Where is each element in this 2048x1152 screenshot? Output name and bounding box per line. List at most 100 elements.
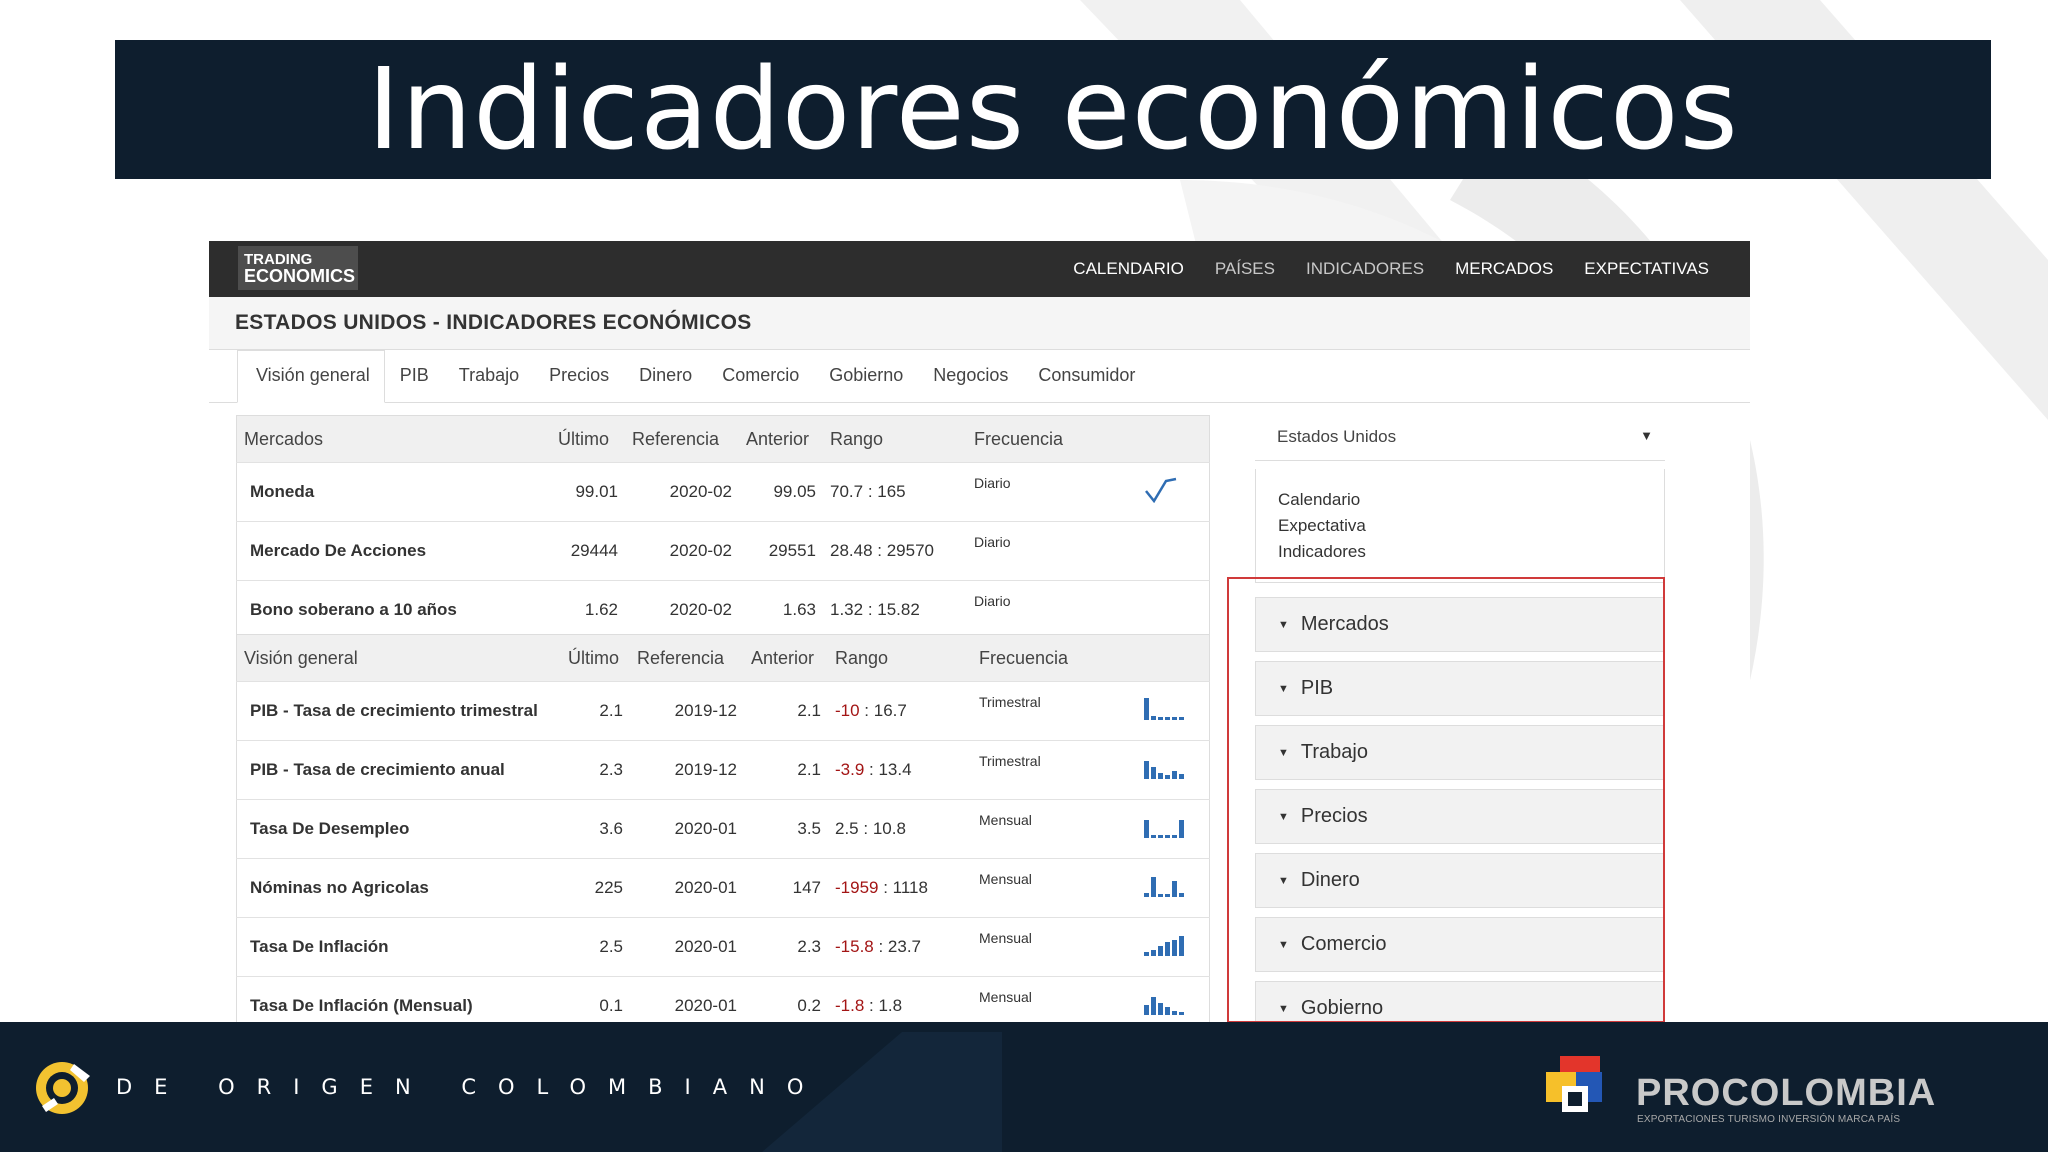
tab-negocios[interactable]: Negocios bbox=[918, 365, 1023, 402]
table-row[interactable]: Tasa De Desempleo 3.6 2020-01 3.5 2.5 : 10.8… bbox=[236, 799, 1210, 859]
nav-mercados[interactable]: MERCADOS bbox=[1455, 259, 1553, 279]
sparkline-cell bbox=[1135, 740, 1210, 800]
previous-value: 3.5 bbox=[744, 799, 828, 859]
last-value: 0.1 bbox=[561, 976, 630, 1022]
range-max: 165 bbox=[877, 482, 906, 501]
caret-down-icon: ▼ bbox=[1640, 428, 1653, 443]
page-header: ESTADOS UNIDOS - INDICADORES ECONÓMICOS bbox=[209, 297, 1750, 350]
sparkline-cell bbox=[1135, 917, 1210, 977]
range-max: 15.82 bbox=[877, 600, 920, 619]
page-title: ESTADOS UNIDOS - INDICADORES ECONÓMICOS bbox=[235, 311, 752, 334]
tab-dinero[interactable]: Dinero bbox=[624, 365, 707, 402]
link-calendario[interactable]: Calendario bbox=[1278, 487, 1642, 513]
frequency: Trimestral bbox=[972, 740, 1135, 800]
table-row[interactable]: Tasa De Inflación (Mensual) 0.1 2020-01 0.2… bbox=[236, 976, 1210, 1022]
previous-value: 1.63 bbox=[739, 580, 823, 640]
tab-vision-general[interactable]: Visión general bbox=[237, 350, 385, 403]
nav-paises[interactable]: PAÍSES bbox=[1215, 259, 1275, 279]
reference-date: 2020-01 bbox=[630, 976, 744, 1022]
range-cell: -1959 : 1118 bbox=[828, 858, 972, 918]
sparkline-icon bbox=[1145, 477, 1177, 503]
previous-value: 147 bbox=[744, 858, 828, 918]
previous-value: 0.2 bbox=[744, 976, 828, 1022]
last-value: 225 bbox=[561, 858, 630, 918]
origin-seal-icon bbox=[36, 1062, 90, 1114]
range-cell: 1.32 : 15.82 bbox=[823, 580, 967, 640]
range-cell: -3.9 : 13.4 bbox=[828, 740, 972, 800]
range-separator: : bbox=[863, 600, 878, 619]
frequency: Diario bbox=[967, 462, 1135, 522]
table-row[interactable]: Nóminas no Agricolas 225 2020-01 147 -1959 :… bbox=[236, 858, 1210, 918]
col-mercados: Mercados bbox=[236, 415, 551, 463]
nav-expectativas[interactable]: EXPECTATIVAS bbox=[1584, 259, 1709, 279]
link-indicadores[interactable]: Indicadores bbox=[1278, 539, 1642, 565]
trading-economics-logo[interactable]: TRADING ECONOMICS bbox=[238, 246, 358, 290]
sparkline-icon bbox=[1144, 876, 1184, 897]
range-cell: 70.7 : 165 bbox=[823, 462, 967, 522]
range-max: 1118 bbox=[892, 878, 928, 897]
previous-value: 2.1 bbox=[744, 681, 828, 741]
tab-pib[interactable]: PIB bbox=[385, 365, 444, 402]
table-row[interactable]: PIB - Tasa de crecimiento anual 2.3 2019-1… bbox=[236, 740, 1210, 800]
col-referencia: Referencia bbox=[630, 634, 744, 682]
reference-date: 2020-02 bbox=[625, 580, 739, 640]
table-row[interactable]: Mercado De Acciones 29444 2020-02 29551 28.4… bbox=[236, 521, 1210, 581]
range-max: 13.4 bbox=[878, 760, 912, 779]
sparkline-icon bbox=[1144, 935, 1184, 956]
tab-trabajo[interactable]: Trabajo bbox=[444, 365, 534, 402]
sparkline-cell bbox=[1135, 858, 1210, 918]
indicator-name: Tasa De Desempleo bbox=[236, 799, 561, 859]
col-anterior: Anterior bbox=[739, 415, 823, 463]
highlight-box bbox=[1227, 577, 1665, 1022]
link-expectativa[interactable]: Expectativa bbox=[1278, 513, 1642, 539]
nav-calendario[interactable]: CALENDARIO bbox=[1073, 259, 1184, 279]
previous-value: 29551 bbox=[739, 521, 823, 581]
procolombia-subtitle: EXPORTACIONES TURISMO INVERSIÓN MARCA PA… bbox=[1637, 1114, 1901, 1125]
slide-title: Indicadores económicos bbox=[367, 44, 1739, 175]
reference-date: 2020-01 bbox=[630, 799, 744, 859]
range-min: 1.32 bbox=[830, 600, 864, 619]
range-separator: : bbox=[872, 541, 887, 560]
table-row[interactable]: PIB - Tasa de crecimiento trimestral 2.1 2… bbox=[236, 681, 1210, 741]
range-separator: : bbox=[859, 701, 874, 720]
category-tabs: Visión general PIB Trabajo Precios Diner… bbox=[209, 349, 1750, 403]
tab-gobierno[interactable]: Gobierno bbox=[814, 365, 918, 402]
table-row[interactable]: Bono soberano a 10 años 1.62 2020-02 1.63 1.… bbox=[236, 580, 1210, 640]
table-row[interactable]: Tasa De Inflación 2.5 2020-01 2.3 -15.8 : 23… bbox=[236, 917, 1210, 977]
indicator-name: PIB - Tasa de crecimiento trimestral bbox=[236, 681, 561, 741]
range-min: 28.48 bbox=[830, 541, 873, 560]
frequency: Mensual bbox=[972, 799, 1135, 859]
sparkline-cell bbox=[1135, 681, 1210, 741]
country-select-value: Estados Unidos bbox=[1277, 427, 1397, 446]
previous-value: 2.1 bbox=[744, 740, 828, 800]
country-select[interactable]: Estados Unidos ▼ bbox=[1255, 409, 1665, 461]
col-vision-general: Visión general bbox=[236, 634, 561, 682]
sparkline-icon bbox=[1144, 697, 1184, 720]
col-rango: Rango bbox=[823, 415, 967, 463]
col-spark bbox=[1135, 634, 1210, 682]
sparkline-cell bbox=[1135, 521, 1210, 581]
reference-date: 2020-02 bbox=[625, 521, 739, 581]
range-cell: -10 : 16.7 bbox=[828, 681, 972, 741]
tab-precios[interactable]: Precios bbox=[534, 365, 624, 402]
range-max: 16.7 bbox=[873, 701, 907, 720]
frequency: Diario bbox=[967, 521, 1135, 581]
range-separator: : bbox=[858, 819, 873, 838]
tab-consumidor[interactable]: Consumidor bbox=[1023, 365, 1150, 402]
reference-date: 2019-12 bbox=[630, 740, 744, 800]
last-value: 2.1 bbox=[561, 681, 630, 741]
indicator-name: Bono soberano a 10 años bbox=[236, 580, 551, 640]
tab-comercio[interactable]: Comercio bbox=[707, 365, 814, 402]
range-max: 1.8 bbox=[878, 996, 903, 1015]
table-row[interactable]: Moneda 99.01 2020-02 99.05 70.7 : 165 Diario bbox=[236, 462, 1210, 522]
range-max: 10.8 bbox=[872, 819, 906, 838]
sparkline-cell bbox=[1135, 976, 1210, 1022]
nav-indicadores[interactable]: INDICADORES bbox=[1306, 259, 1424, 279]
range-cell: -1.8 : 1.8 bbox=[828, 976, 972, 1022]
col-frecuencia: Frecuencia bbox=[972, 634, 1135, 682]
previous-value: 2.3 bbox=[744, 917, 828, 977]
range-cell: 2.5 : 10.8 bbox=[828, 799, 972, 859]
range-min: -1.8 bbox=[835, 996, 865, 1015]
indicator-name: Nóminas no Agricolas bbox=[236, 858, 561, 918]
range-min: -15.8 bbox=[835, 937, 874, 956]
